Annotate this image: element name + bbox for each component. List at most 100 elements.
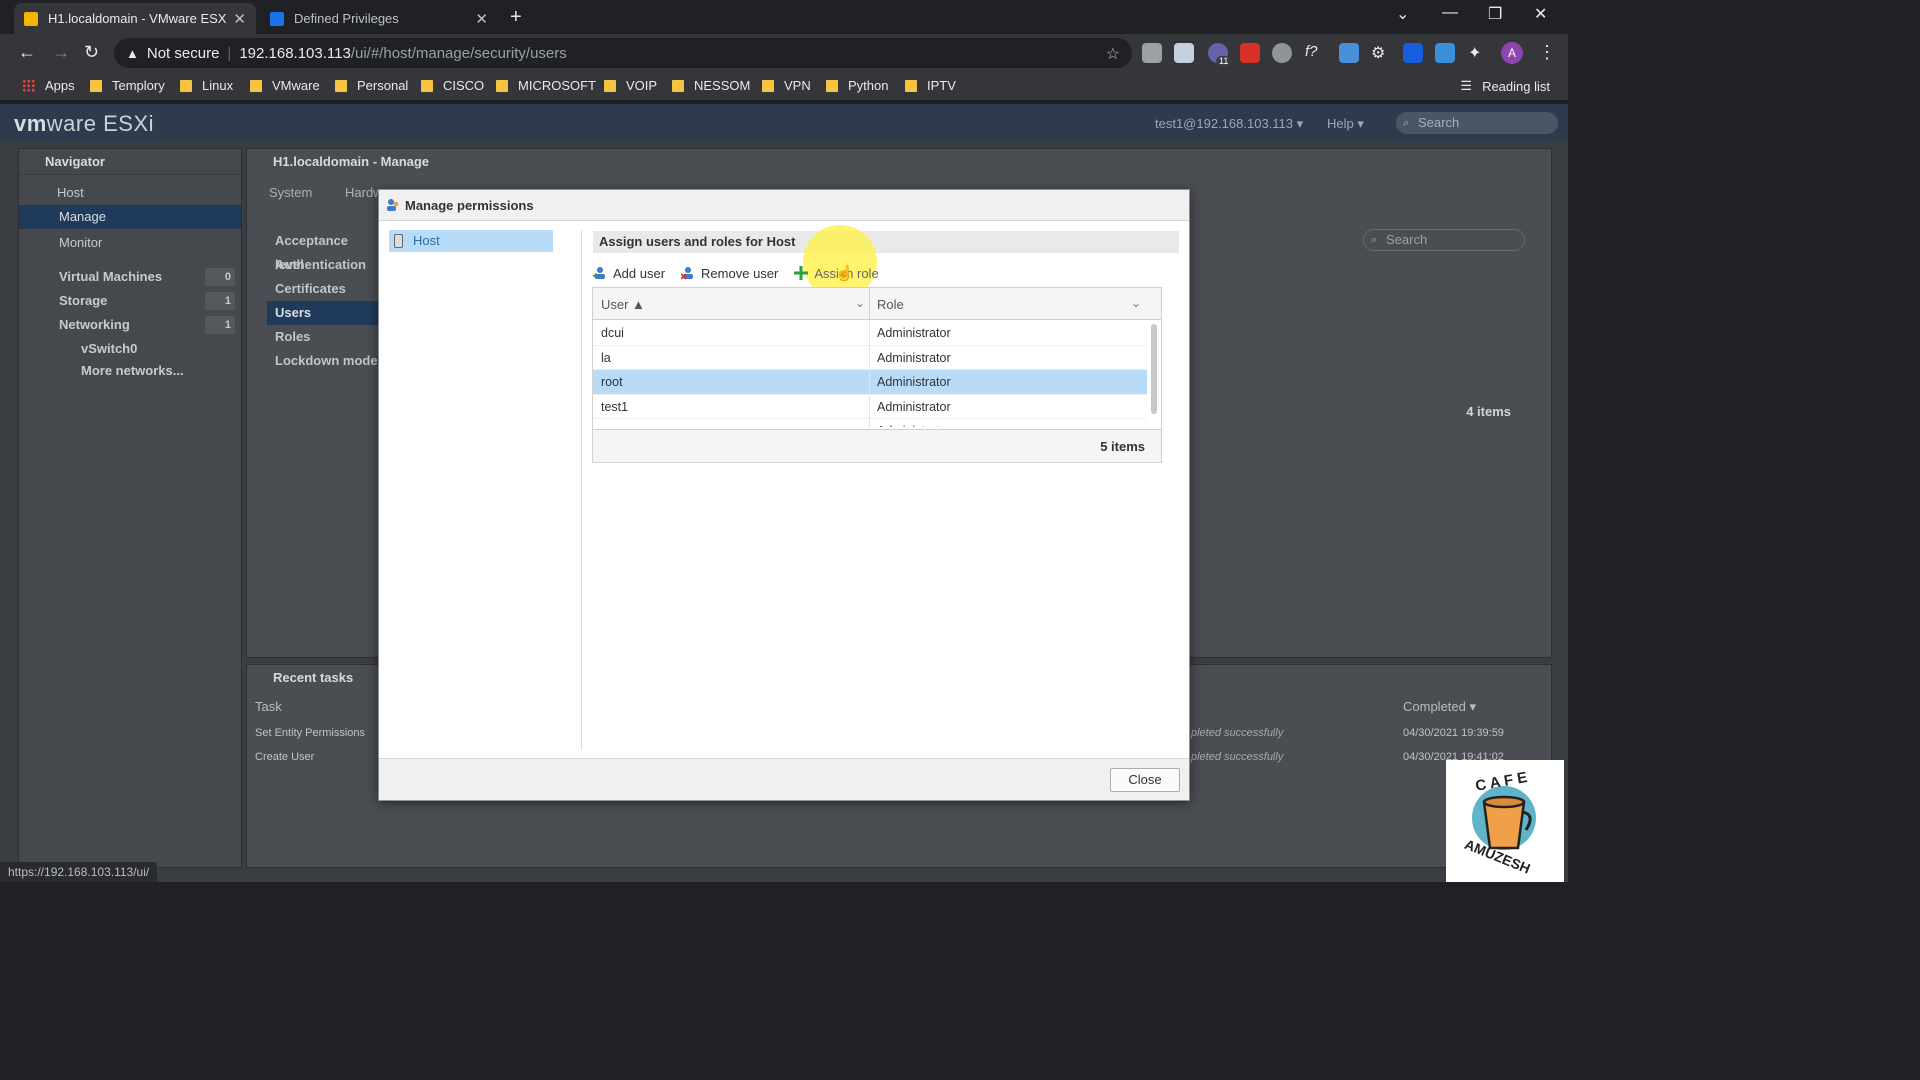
close-window-icon[interactable]: ✕ xyxy=(1534,4,1547,24)
window-extension-icon[interactable] xyxy=(1435,43,1455,63)
bookmark-folder[interactable]: VPN xyxy=(762,78,811,93)
bookmark-folder[interactable]: NESSOM xyxy=(672,78,750,93)
bookmark-folder[interactable]: Personal xyxy=(335,78,408,93)
nav-authentication[interactable]: Authentication xyxy=(267,253,379,277)
section-title: Assign users and roles for Host xyxy=(593,231,1179,253)
tab-defined-privileges[interactable]: Defined Privileges ✕ xyxy=(260,3,498,34)
tab-search-icon[interactable]: ⌄ xyxy=(1396,4,1409,24)
table-row[interactable]: vpxuserAdministrator xyxy=(593,419,1147,427)
table-scrollbar[interactable] xyxy=(1151,324,1157,414)
close-tab-icon[interactable]: ✕ xyxy=(475,10,488,28)
task-result: pleted successfully xyxy=(1191,751,1284,763)
chart-extension-icon[interactable] xyxy=(1339,43,1359,63)
profile-avatar[interactable]: A xyxy=(1501,42,1523,64)
manage-permissions-dialog: Manage permissions Host Assign users and… xyxy=(378,189,1190,801)
address-toolbar: ← → ↻ ▲ Not secure | 192.168.103.113/ui/… xyxy=(0,34,1568,72)
nav-acceptance-level[interactable]: Acceptance level xyxy=(267,229,379,272)
nav-monitor[interactable]: Monitor xyxy=(19,231,241,255)
bookmark-folder[interactable]: Linux xyxy=(180,78,233,93)
bitwarden-extension-icon[interactable] xyxy=(1403,43,1423,63)
bookmark-folder[interactable]: Python xyxy=(826,78,888,93)
table-row[interactable]: test1 Administrator xyxy=(593,394,1147,419)
bookmark-folder[interactable]: VMware xyxy=(250,78,320,93)
nav-virtual-machines[interactable]: Virtual Machines 0 xyxy=(19,265,241,289)
close-tab-icon[interactable]: ✕ xyxy=(233,10,246,28)
chevron-down-icon[interactable]: ⌄ xyxy=(855,296,865,310)
navigator-panel: Navigator Host Manage Monitor Virtual Ma… xyxy=(18,148,242,868)
new-tab-icon[interactable]: + xyxy=(510,6,522,29)
nav-manage[interactable]: Manage xyxy=(19,205,241,229)
browser-tab-bar: H1.localdomain - VMware ESXi ✕ Defined P… xyxy=(0,0,1568,34)
extension-badge: 11 xyxy=(1216,56,1232,66)
camera-extension-icon[interactable] xyxy=(1142,43,1162,63)
tree-item-host[interactable]: Host xyxy=(389,230,553,252)
col-task[interactable]: Task xyxy=(255,699,282,714)
search-icon: ⌕ xyxy=(1371,234,1378,246)
bookmark-folder[interactable]: VOIP xyxy=(604,78,657,93)
help-menu[interactable]: Help ▾ xyxy=(1327,116,1364,132)
cloud-extension-icon[interactable] xyxy=(1272,43,1292,63)
table-row[interactable]: dcui Administrator xyxy=(593,321,1147,346)
nav-storage[interactable]: Storage 1 xyxy=(19,289,241,313)
nav-networking[interactable]: Networking 1 xyxy=(19,313,241,337)
folder-icon xyxy=(762,79,774,92)
bookmark-apps[interactable]: Apps xyxy=(22,78,75,93)
tab-esxi[interactable]: H1.localdomain - VMware ESXi ✕ xyxy=(14,3,256,34)
url-host: 192.168.103.113 xyxy=(239,44,351,62)
header-search-input[interactable]: ⌕ Search xyxy=(1396,112,1558,134)
navigator-title: Navigator xyxy=(19,149,241,175)
folder-icon xyxy=(496,79,508,92)
bookmark-star-icon[interactable]: ☆ xyxy=(1106,44,1120,64)
folder-icon xyxy=(421,79,433,92)
nav-host[interactable]: Host xyxy=(19,181,241,205)
search-icon: ⌕ xyxy=(1403,117,1410,129)
bookmark-folder[interactable]: CISCO xyxy=(421,78,484,93)
nav-users[interactable]: Users xyxy=(267,301,379,325)
reading-list[interactable]: ☰ Reading list xyxy=(1460,78,1550,94)
puzzle-extensions-icon[interactable]: ✦ xyxy=(1468,43,1488,63)
nav-roles[interactable]: Roles xyxy=(267,325,379,349)
remove-user-icon xyxy=(681,267,694,280)
plus-icon xyxy=(794,266,809,280)
col-role[interactable]: Role xyxy=(877,297,904,312)
back-icon[interactable]: ← xyxy=(18,42,36,63)
nav-certificates[interactable]: Certificates xyxy=(267,277,379,301)
minimize-icon[interactable]: — xyxy=(1442,4,1458,22)
folder-icon xyxy=(604,79,616,92)
nav-lockdown-mode[interactable]: Lockdown mode xyxy=(267,349,379,373)
forward-icon[interactable]: → xyxy=(52,42,70,63)
folder-icon xyxy=(335,79,347,92)
reload-icon[interactable]: ↻ xyxy=(84,42,99,63)
tab-system[interactable]: System xyxy=(269,185,312,200)
restore-icon[interactable]: ❐ xyxy=(1488,4,1502,24)
formula-extension-icon[interactable]: f? xyxy=(1305,43,1325,63)
dialog-title: Manage permissions xyxy=(405,198,534,213)
menu-icon[interactable]: ⋮ xyxy=(1538,42,1556,63)
pdf-extension-icon[interactable] xyxy=(1240,43,1260,63)
close-button[interactable]: Close xyxy=(1110,768,1180,792)
chevron-down-icon[interactable]: ⌄ xyxy=(1131,296,1141,310)
address-bar[interactable]: ▲ Not secure | 192.168.103.113/ui/#/host… xyxy=(114,38,1132,68)
col-user[interactable]: User ▲ xyxy=(601,297,645,312)
nav-vswitch[interactable]: vSwitch0 xyxy=(19,337,241,361)
task-result: pleted successfully xyxy=(1191,727,1284,739)
host-icon xyxy=(394,234,403,248)
col-completed[interactable]: Completed ▾ xyxy=(1403,699,1476,715)
add-user-button[interactable]: Add user xyxy=(593,266,665,281)
tab-hardware[interactable]: Hardw xyxy=(345,185,383,200)
vmware-esxi-logo: vmware ESXi xyxy=(14,111,155,136)
gear-extension-icon[interactable]: ⚙ xyxy=(1371,43,1391,63)
bookmark-folder[interactable]: IPTV xyxy=(905,78,956,93)
table-body: dcui Administrator la Administrator root Ad… xyxy=(593,321,1147,427)
folder-icon xyxy=(180,79,192,92)
bookmark-folder[interactable]: MICROSOFT xyxy=(496,78,596,93)
remove-user-button[interactable]: Remove user xyxy=(681,266,778,281)
bookmark-folder[interactable]: Templory xyxy=(90,78,165,93)
users-search-input[interactable]: ⌕ Search xyxy=(1363,229,1525,251)
users-count: 4 items xyxy=(1466,404,1511,419)
nav-more-networks[interactable]: More networks... xyxy=(19,359,241,383)
user-menu[interactable]: test1@192.168.103.113 ▾ xyxy=(1155,116,1303,132)
table-row[interactable]: la Administrator xyxy=(593,345,1147,370)
upload-extension-icon[interactable] xyxy=(1174,43,1194,63)
table-row[interactable]: root Administrator xyxy=(593,370,1147,395)
